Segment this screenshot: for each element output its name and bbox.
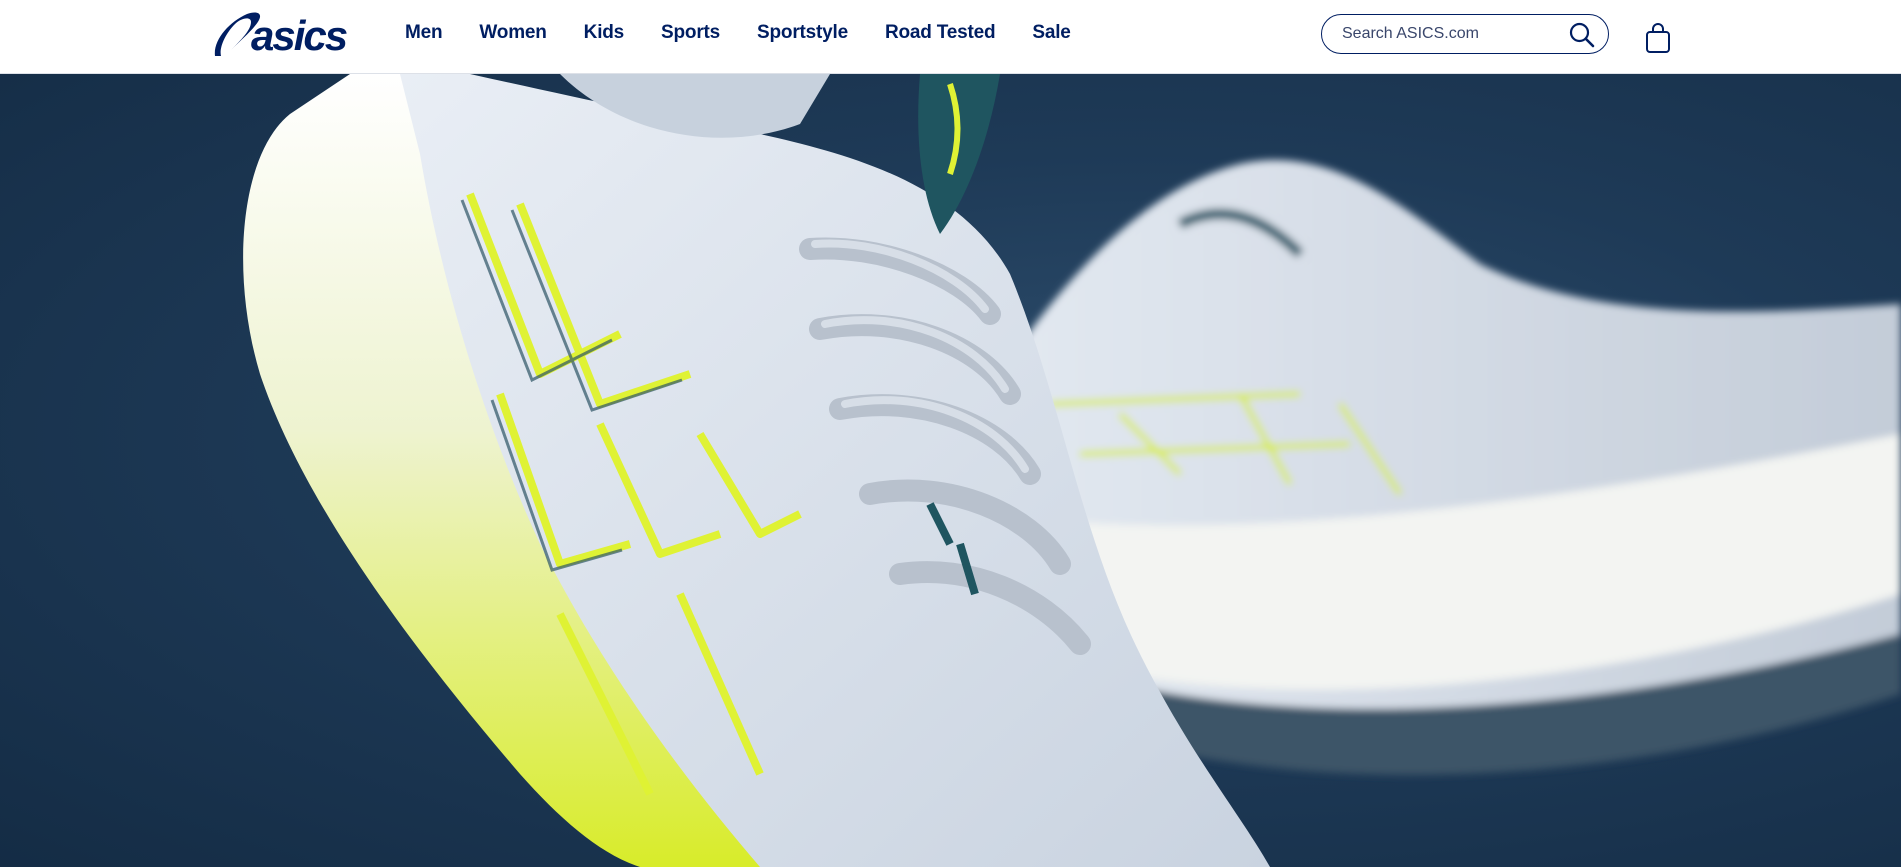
nav-item-sale[interactable]: Sale xyxy=(1032,22,1070,44)
main-nav: Men Women Kids Sports Sportstyle Road Te… xyxy=(405,0,1108,66)
logo-wordmark: asics xyxy=(251,12,347,59)
nav-item-women[interactable]: Women xyxy=(479,22,546,44)
nav-item-sportstyle[interactable]: Sportstyle xyxy=(757,22,848,44)
search-box xyxy=(1321,14,1609,54)
search-icon[interactable] xyxy=(1568,21,1596,49)
asics-logo[interactable]: asics xyxy=(211,10,353,60)
nav-item-men[interactable]: Men xyxy=(405,22,443,44)
nav-item-road-tested[interactable]: Road Tested xyxy=(885,22,996,44)
asics-logo-mark: asics xyxy=(214,12,349,59)
hero-shoe-image xyxy=(243,74,1901,867)
shopping-bag-icon[interactable] xyxy=(1645,22,1671,54)
hero-banner[interactable] xyxy=(0,74,1901,867)
nav-item-sports[interactable]: Sports xyxy=(661,22,720,44)
nav-item-kids[interactable]: Kids xyxy=(584,22,625,44)
site-header: asics Men Women Kids Sports Sportstyle R… xyxy=(0,0,1901,74)
search-input[interactable] xyxy=(1342,25,1562,43)
